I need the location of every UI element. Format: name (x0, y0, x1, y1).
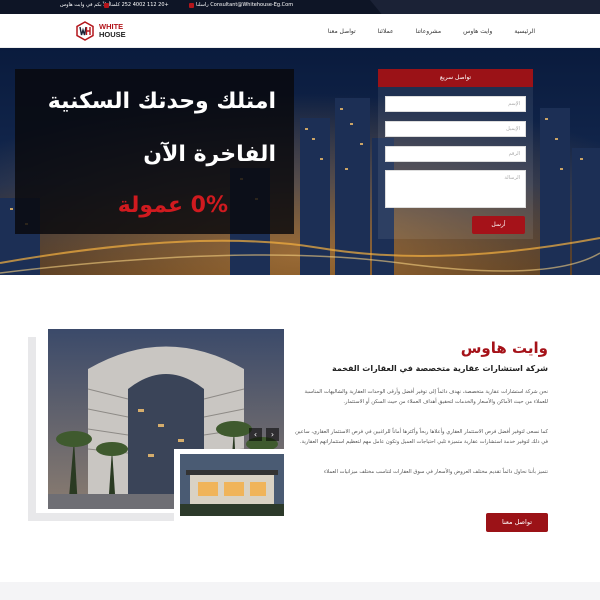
main-nav: الرئيسية وايت هاوس مشروعاتنا عملائنا توا… (328, 28, 535, 35)
carousel-next-button[interactable]: › (266, 428, 279, 441)
about-paragraph-1: نحن شركة استشارات عقارية متخصصة، نهدف دا… (304, 389, 548, 405)
logo-line2: HOUSE (99, 30, 126, 39)
promo-line2: الفاخرة الآن (143, 142, 276, 167)
about-paragraph-2: كما نسعى لتوفير أفضل فرص الاستثمار العقا… (295, 429, 548, 445)
footer-strip (0, 582, 600, 600)
phone-icon (104, 3, 109, 8)
promo-commission: 0% عمولة (117, 193, 228, 218)
about-title: وايت هاوس (460, 339, 548, 357)
promo-banner: امتلك وحدتك السكنية الفاخرة الآن 0% عمول… (15, 69, 294, 234)
about-paragraph-3: نتميز بأننا نحاول دائماً تقديم مختلف الع… (323, 469, 548, 475)
logo[interactable]: WHITE HOUSE (75, 19, 126, 43)
project-secondary-image (180, 454, 284, 516)
image-frame-accent (28, 337, 36, 521)
email-link[interactable]: Consultant@Whitehouse-Eg.Com راسلنا (196, 2, 293, 8)
mail-icon (189, 3, 194, 8)
nav-home[interactable]: الرئيسية (514, 28, 535, 35)
carousel-prev-button[interactable]: ‹ (249, 428, 262, 441)
promo-line1: امتلك وحدتك السكنية (47, 89, 276, 114)
nav-contact[interactable]: تواصل معنا (328, 28, 356, 35)
phone-link[interactable]: +20 112 4002 252 كلمنا (110, 2, 169, 8)
white-house-logo-icon (76, 21, 94, 41)
email-input[interactable]: الإيميل (385, 121, 526, 137)
quick-contact-form: تواصل سريع الإسم الإيميل الرقم الرسالة أ… (378, 69, 533, 239)
image-frame-accent-bottom (28, 513, 178, 521)
logo-text: WHITE HOUSE (99, 23, 126, 39)
nav-about[interactable]: وايت هاوس (463, 28, 492, 35)
phone-input[interactable]: الرقم (385, 146, 526, 162)
nav-projects[interactable]: مشروعاتنا (416, 28, 442, 35)
site-header: WHITE HOUSE الرئيسية وايت هاوس مشروعاتنا… (0, 14, 600, 48)
top-bar: أهلاً بكم في وايت هاوس +20 112 4002 252 … (0, 0, 600, 14)
name-input[interactable]: الإسم (385, 96, 526, 112)
welcome-text: أهلاً بكم في وايت هاوس (60, 2, 111, 8)
about-subtitle: شركة استشارات عقارية متخصصة في العقارات … (332, 364, 548, 373)
top-bar-accent (370, 0, 600, 14)
quick-form-title: تواصل سريع (378, 69, 533, 87)
contact-us-button[interactable]: تواصل معنا (486, 513, 548, 532)
nav-clients[interactable]: عملائنا (378, 28, 394, 35)
send-button[interactable]: أرسل (472, 216, 525, 234)
hero-section: امتلك وحدتك السكنية الفاخرة الآن 0% عمول… (0, 48, 600, 275)
message-textarea[interactable]: الرسالة (385, 170, 526, 208)
